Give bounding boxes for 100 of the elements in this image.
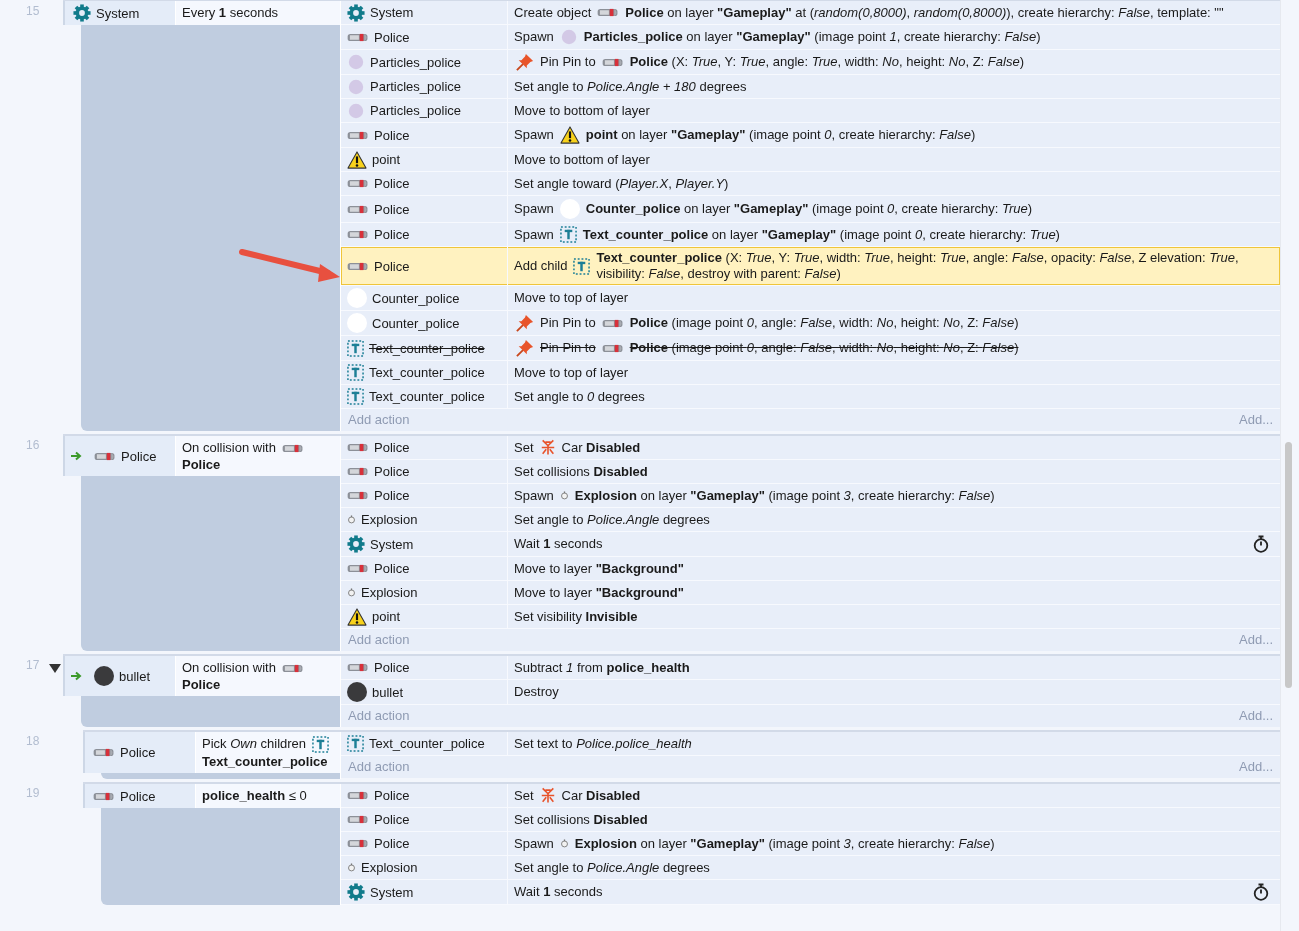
action-row[interactable]: Police Spawn Text_counter_police on layer "Gameplay" (image point 0, create hierarchy: True) — [341, 223, 1280, 247]
action-text: Explosion on layer "Gameplay" (image point 3, create hierarchy: False) — [574, 835, 995, 852]
action-row[interactable]: Police Set Car Disabled — [341, 436, 1280, 460]
object-name: Particles_police — [370, 103, 462, 118]
action-row[interactable]: Text_counter_police Move to top of layer — [341, 361, 1280, 385]
action-text: Police (image point 0, angle: False, width: No, height: No, Z: False) — [629, 340, 1019, 356]
car-sprite-icon — [597, 8, 620, 17]
car-sprite-icon — [347, 32, 369, 42]
action-row[interactable]: Particles_police Set angle to Police.Angle + 180 degrees — [341, 75, 1280, 99]
action-text: Set angle toward (Player.X, Player.Y) — [514, 175, 729, 192]
car-sprite-icon — [601, 343, 624, 353]
car-sprite-icon — [347, 467, 369, 476]
condition-object-cell[interactable]: Police — [85, 784, 195, 809]
condition-text: Pick Own children — [202, 736, 307, 751]
object-name: System — [96, 5, 140, 21]
action-row[interactable]: System Create object Police on layer "Gameplay" at (random(0,8000), random(0,8000)), create hierarchy: False, template: "" — [341, 1, 1280, 25]
stopwatch-icon — [1252, 535, 1270, 553]
action-row[interactable]: bullet Destroy — [341, 680, 1280, 705]
action-text: Explosion on layer "Gameplay" (image point 3, create hierarchy: False) — [574, 487, 995, 504]
car-sprite-icon — [347, 839, 369, 849]
action-row[interactable]: Police Spawn Explosion on layer "Gameplay" (image point 3, create hierarchy: False) — [341, 484, 1280, 508]
action-row[interactable]: Particles_police Pin Pin to Police (X: True, Y: True, angle: True, width: No, height: No, Z: False) — [341, 50, 1280, 75]
car-sprite-icon — [347, 261, 369, 271]
action-row[interactable]: Explosion Set angle to Police.Angle degrees — [341, 508, 1280, 532]
action-row[interactable]: Police Move to layer "Background" — [341, 557, 1280, 581]
action-row[interactable]: Police Set angle toward (Player.X, Player.Y) — [341, 172, 1280, 196]
arrow-icon — [71, 451, 83, 461]
event-number: 17 — [26, 658, 40, 672]
action-text: Move to top of layer — [514, 290, 629, 306]
action-row[interactable]: Police Spawn Explosion on layer "Gameplay" (image point 3, create hierarchy: False) — [341, 832, 1280, 857]
gear-icon — [73, 4, 91, 22]
action-text: Set angle to Police.Angle + 180 degrees — [514, 78, 747, 95]
action-row[interactable]: Police Subtract 1 from police_health — [341, 656, 1280, 680]
ball-icon — [347, 682, 367, 702]
object-name: Police — [374, 464, 410, 479]
explosion-icon — [347, 863, 356, 873]
action-row[interactable]: Police Spawn point on layer "Gameplay" (image point 0, create hierarchy: False) — [341, 123, 1280, 148]
car-sprite-icon — [281, 664, 304, 674]
collapse-toggle[interactable] — [49, 664, 61, 673]
condition-text: On collision with — [182, 660, 276, 675]
action-row[interactable]: Police Spawn Particles_police on layer "Gameplay" (image point 1, create hierarchy: False) — [341, 25, 1280, 50]
condition-object-cell[interactable]: System — [65, 1, 175, 25]
object-name: System — [370, 884, 414, 900]
object-name: Counter_police — [372, 290, 460, 306]
action-text: Set angle to Police.Angle degrees — [514, 859, 710, 876]
action-text: Car Disabled — [561, 787, 641, 804]
action-row[interactable]: System Wait 1 seconds — [341, 880, 1280, 906]
text-object-icon — [347, 735, 364, 752]
object-name: Police — [374, 812, 410, 828]
action-row[interactable]: Police Set collisions Disabled — [341, 808, 1280, 833]
action-row[interactable]: point Set visibility Invisible — [341, 605, 1280, 629]
object-name: Explosion — [361, 585, 418, 600]
scrollbar-thumb[interactable] — [1285, 442, 1292, 688]
condition-text: police_health ≤ 0 — [202, 788, 307, 804]
pin-icon — [516, 53, 534, 71]
action-row[interactable]: Particles_police Move to bottom of layer — [341, 99, 1280, 123]
action-row[interactable]: Counter_police Pin Pin to Police (image point 0, angle: False, width: No, height: No, Z: False) — [341, 311, 1280, 336]
action-text: Set angle to Police.Angle degrees — [514, 511, 710, 528]
action-text: Police (X: True, Y: True, angle: True, width: No, height: No, Z: False) — [629, 54, 1024, 70]
action-row[interactable]: Police Add child Text_counter_police (X: True, Y: True, width: True, height: True, angle: False, opacity: False, Z elevation: True, visibility: False, destroy with parent: False) — [341, 247, 1280, 286]
action-row[interactable]: Text_counter_police Set angle to 0 degrees — [341, 385, 1280, 409]
warning-icon — [347, 607, 367, 626]
condition-object-cell[interactable]: Police — [85, 732, 195, 774]
explosion-icon — [559, 839, 569, 849]
condition-object-cell[interactable]: bullet — [65, 656, 175, 696]
car-sprite-icon — [347, 791, 369, 801]
text-object-icon — [559, 226, 577, 243]
action-row[interactable]: Explosion Set angle to Police.Angle degrees — [341, 856, 1280, 881]
object-name: Explosion — [361, 512, 418, 527]
action-text: Move to layer "Background" — [514, 584, 684, 601]
action-row[interactable]: Explosion Move to layer "Background" — [341, 581, 1280, 605]
gear-icon — [347, 3, 365, 22]
action-text: Pin Pin to — [540, 340, 596, 356]
action-row[interactable]: point Move to bottom of layer — [341, 148, 1280, 172]
object-name: System — [370, 536, 414, 552]
action-row[interactable]: Police Spawn Counter_police on layer "Gameplay" (image point 0, create hierarchy: True) — [341, 196, 1280, 223]
event-number: 16 — [26, 438, 40, 452]
object-name: bullet — [372, 684, 404, 700]
action-text: Set collisions Disabled — [514, 463, 648, 480]
action-row[interactable]: Text_counter_police Set text to Police.police_health — [341, 732, 1280, 756]
condition-object-cell[interactable]: Police — [65, 436, 175, 476]
action-row[interactable]: Police Set Car Disabled — [341, 784, 1280, 809]
condition-text: Police — [182, 677, 221, 692]
warning-icon — [559, 126, 580, 144]
car-sprite-icon — [347, 815, 369, 825]
car-sprite-icon — [347, 491, 369, 500]
object-name: Police — [374, 29, 410, 45]
action-text: Move to layer "Background" — [514, 560, 684, 577]
action-row[interactable]: Counter_police Move to top of layer — [341, 286, 1280, 311]
action-text: Spawn — [514, 201, 554, 217]
action-text: Spawn — [514, 29, 554, 45]
object-name: Text_counter_police — [369, 340, 485, 356]
stopwatch-icon — [1252, 883, 1270, 902]
action-text: Text_counter_police on layer "Gameplay" (image point 0, create hierarchy: True) — [582, 226, 1060, 243]
action-row[interactable]: System Wait 1 seconds — [341, 532, 1280, 557]
action-row[interactable]: Police Set collisions Disabled — [341, 460, 1280, 484]
action-text: Police on layer "Gameplay" at (random(0,8000), random(0,8000)), create hierarchy: False, template: "" — [625, 4, 1224, 21]
text-object-icon — [573, 257, 591, 275]
event-number: 19 — [26, 786, 40, 801]
text-object-icon — [347, 364, 364, 381]
